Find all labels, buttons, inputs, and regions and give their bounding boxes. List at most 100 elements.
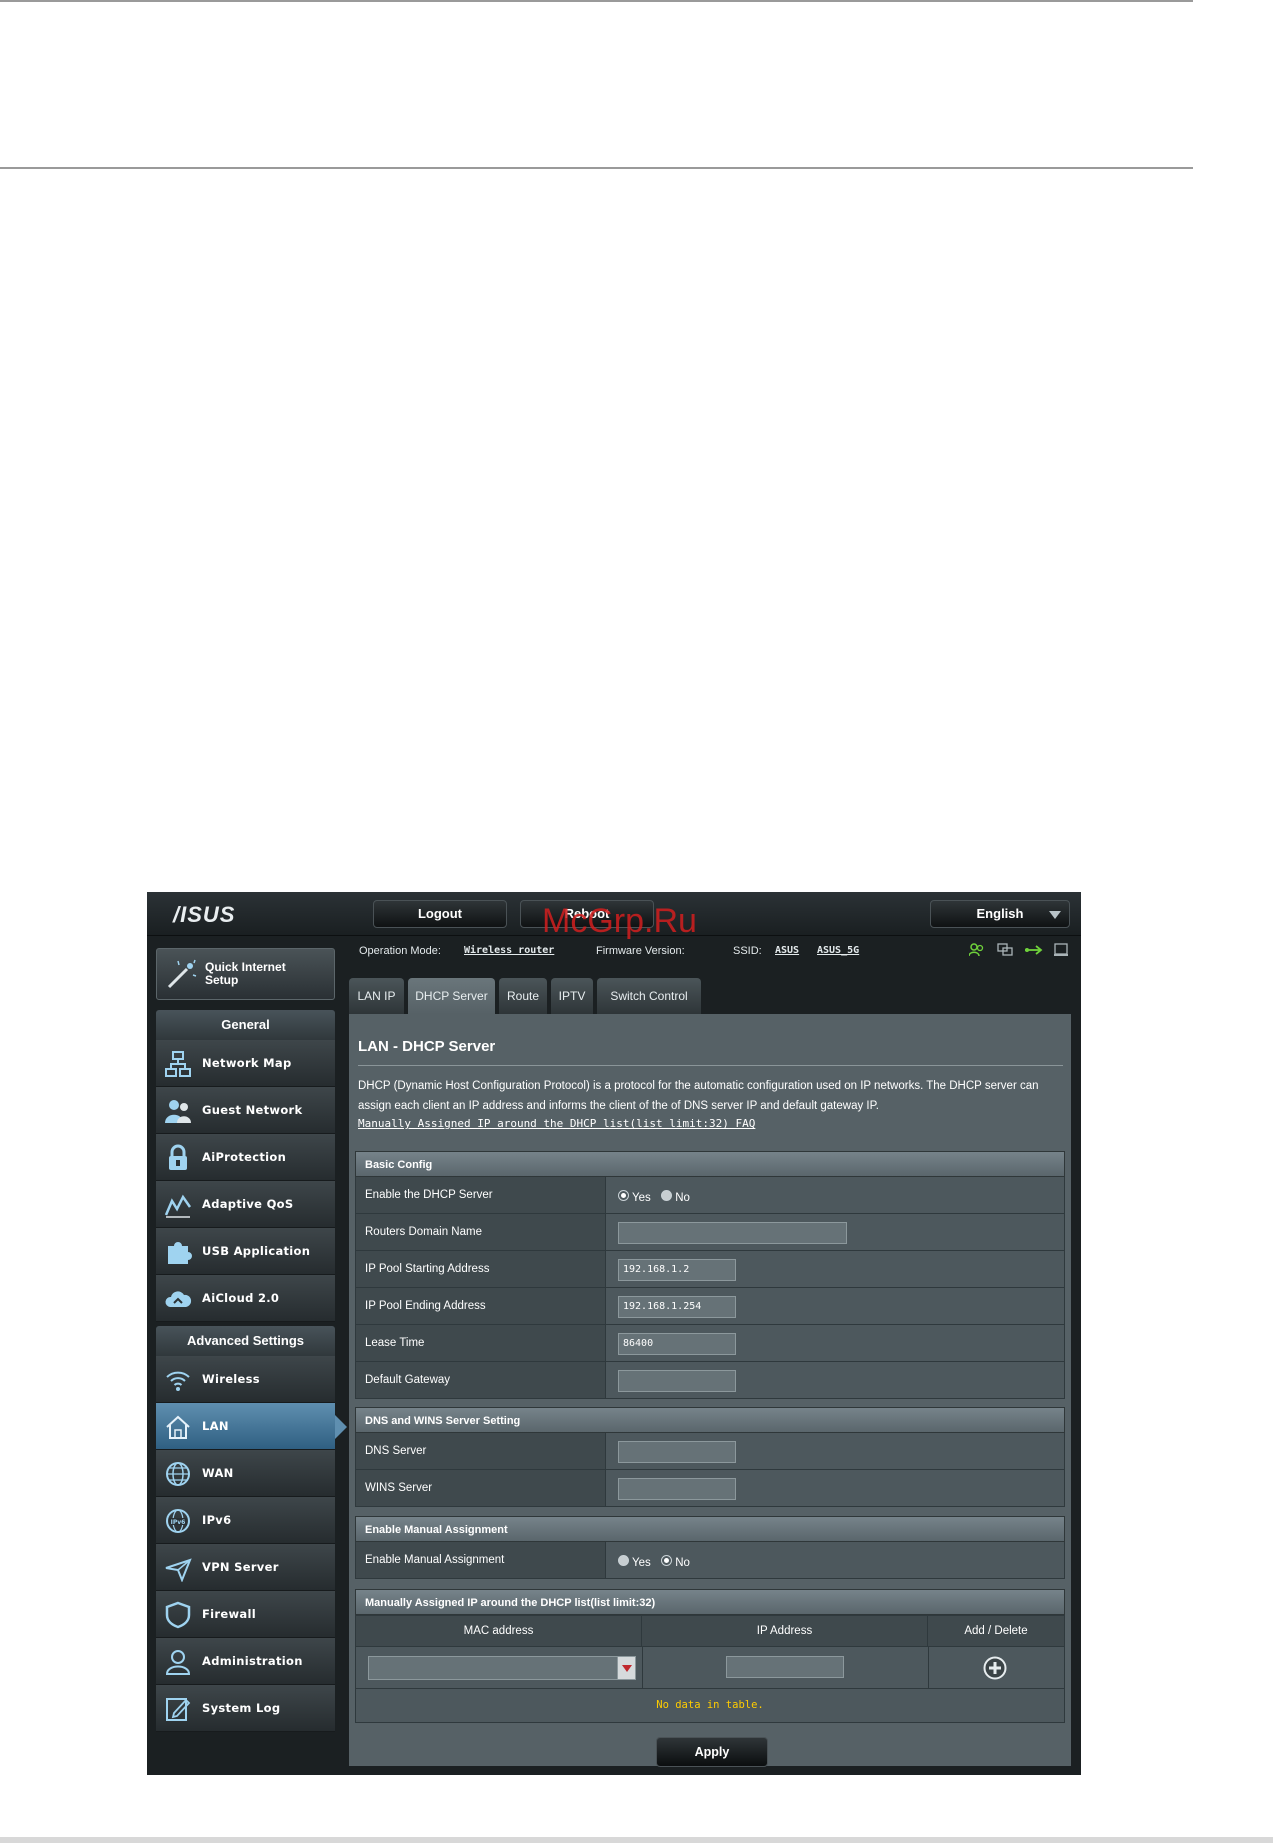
- tab-dhcp-server[interactable]: DHCP Server: [408, 978, 495, 1014]
- sidebar-item-label: WAN: [202, 1466, 234, 1480]
- logout-button[interactable]: Logout: [373, 900, 507, 928]
- sidebar-item-firewall[interactable]: Firewall: [156, 1591, 335, 1638]
- firmware-label: Firmware Version:: [596, 945, 685, 957]
- network-devices-icon[interactable]: [997, 943, 1013, 957]
- page-header-rule: [0, 167, 1193, 169]
- sidebar-item-administration[interactable]: Administration: [156, 1638, 335, 1685]
- network-map-icon: [165, 1051, 191, 1077]
- sidebar-item-aiprotection[interactable]: AiProtection: [156, 1134, 335, 1181]
- tab-lan-ip[interactable]: LAN IP: [349, 978, 404, 1014]
- sidebar-item-adaptive-qos[interactable]: Adaptive QoS: [156, 1181, 335, 1228]
- dhcp-yes-radio[interactable]: [618, 1190, 629, 1202]
- sidebar-item-label: Adaptive QoS: [202, 1197, 294, 1211]
- pool-start-label: IP Pool Starting Address: [356, 1251, 606, 1287]
- row-enable-dhcp: Enable the DHCP Server Yes No: [355, 1177, 1065, 1214]
- sidebar-item-wireless[interactable]: Wireless: [156, 1356, 335, 1403]
- sidebar-item-label: VPN Server: [202, 1560, 279, 1574]
- sidebar-item-system-log[interactable]: System Log: [156, 1685, 335, 1732]
- row-default-gateway: Default Gateway: [355, 1362, 1065, 1399]
- sidebar-item-guest-network[interactable]: Guest Network: [156, 1087, 335, 1134]
- language-value: English: [976, 906, 1024, 921]
- chevron-down-icon: [1049, 911, 1061, 919]
- printer-icon[interactable]: [1053, 943, 1069, 957]
- manual-list-header-row: MAC address IP Address Add / Delete: [355, 1615, 1065, 1647]
- page-title: LAN - DHCP Server: [358, 1038, 496, 1055]
- globe-icon: [166, 1462, 190, 1486]
- sidebar-item-wan[interactable]: WAN: [156, 1450, 335, 1497]
- manual-assignment-label: Enable Manual Assignment: [356, 1542, 606, 1578]
- section-dns-wins: DNS and WINS Server Setting: [355, 1407, 1065, 1433]
- ssid-link-2[interactable]: ASUS_5G: [817, 945, 859, 956]
- tab-route[interactable]: Route: [499, 978, 547, 1014]
- col-divider: [928, 1647, 929, 1688]
- qos-graph-icon: [164, 1194, 192, 1218]
- manual-no-label: No: [675, 1557, 690, 1569]
- page-top-rule: [0, 0, 1193, 2]
- default-gateway-label: Default Gateway: [356, 1362, 606, 1398]
- chevron-down-icon: [622, 1665, 632, 1672]
- dhcp-no-radio[interactable]: [661, 1190, 673, 1202]
- home-icon: [166, 1415, 190, 1439]
- wifi-icon: [166, 1371, 190, 1391]
- usb-icon[interactable]: [1023, 943, 1043, 957]
- manual-yes-label: Yes: [632, 1557, 651, 1569]
- add-circle-icon[interactable]: [983, 1656, 1007, 1680]
- pool-start-input[interactable]: 192.168.1.2: [618, 1259, 736, 1281]
- sidebar-item-label: USB Application: [202, 1244, 311, 1258]
- general-header: General: [156, 1010, 335, 1040]
- sidebar-item-lan[interactable]: LAN: [156, 1403, 335, 1450]
- ssid-link-1[interactable]: ASUS: [775, 945, 799, 956]
- no-data-message: No data in table.: [355, 1689, 1065, 1723]
- sidebar-item-vpn-server[interactable]: VPN Server: [156, 1544, 335, 1591]
- apply-button[interactable]: Apply: [656, 1737, 768, 1767]
- default-gateway-input[interactable]: [618, 1370, 736, 1392]
- svg-text:IPv6: IPv6: [171, 1519, 186, 1526]
- clients-icon[interactable]: [969, 943, 985, 957]
- domain-name-label: Routers Domain Name: [356, 1214, 606, 1250]
- wins-server-input[interactable]: [618, 1478, 736, 1500]
- page-bottom-bar: [0, 1837, 1273, 1843]
- manual-yes-radio[interactable]: [618, 1555, 629, 1567]
- pool-end-label: IP Pool Ending Address: [356, 1288, 606, 1324]
- dhcp-no-label: No: [675, 1192, 690, 1204]
- asus-logo: /ISUS: [173, 902, 236, 927]
- dhcp-yes-label: Yes: [632, 1192, 651, 1204]
- language-select[interactable]: English: [930, 900, 1070, 928]
- manual-no-radio[interactable]: [661, 1555, 673, 1567]
- guest-network-icon: [165, 1100, 191, 1123]
- sidebar-item-label: AiProtection: [202, 1150, 287, 1164]
- ip-address-input[interactable]: [726, 1656, 844, 1678]
- sidebar-item-label: Administration: [202, 1654, 303, 1668]
- operation-mode-link[interactable]: Wireless router: [464, 945, 554, 956]
- dns-server-input[interactable]: [618, 1441, 736, 1463]
- row-manual-assignment: Enable Manual Assignment Yes No: [355, 1542, 1065, 1579]
- sidebar-item-usb-application[interactable]: USB Application: [156, 1228, 335, 1275]
- sidebar-item-network-map[interactable]: Network Map: [156, 1040, 335, 1087]
- top-bar: /ISUS Logout Reboot English: [147, 892, 1081, 936]
- reboot-button[interactable]: Reboot: [520, 900, 654, 928]
- sidebar-item-label: Wireless: [202, 1372, 260, 1386]
- operation-mode-label: Operation Mode:: [359, 945, 441, 957]
- ssid-label: SSID:: [733, 945, 762, 957]
- mac-address-combobox[interactable]: [368, 1656, 636, 1680]
- wins-server-label: WINS Server: [356, 1470, 606, 1506]
- sidebar-item-label: AiCloud 2.0: [202, 1291, 280, 1305]
- title-divider: [358, 1065, 1063, 1066]
- section-manual-assignment: Enable Manual Assignment: [355, 1516, 1065, 1542]
- quick-internet-setup-button[interactable]: Quick Internet Setup: [156, 948, 335, 1000]
- sidebar-item-label: LAN: [202, 1419, 229, 1433]
- domain-name-input[interactable]: [618, 1222, 847, 1244]
- tab-iptv[interactable]: IPTV: [551, 978, 593, 1014]
- pool-end-input[interactable]: 192.168.1.254: [618, 1296, 736, 1318]
- faq-link[interactable]: Manually Assigned IP around the DHCP lis…: [358, 1117, 755, 1130]
- dropdown-button[interactable]: [617, 1657, 635, 1679]
- col-add-delete: Add / Delete: [964, 1625, 1028, 1637]
- lock-icon: [169, 1144, 187, 1170]
- sidebar-item-aicloud[interactable]: AiCloud 2.0: [156, 1275, 335, 1322]
- tab-switch-control[interactable]: Switch Control: [597, 978, 701, 1014]
- dns-server-label: DNS Server: [356, 1433, 606, 1469]
- log-edit-icon: [166, 1698, 191, 1721]
- lease-time-input[interactable]: 86400: [618, 1333, 736, 1355]
- sidebar-item-ipv6[interactable]: IPv6 IPv6: [156, 1497, 335, 1544]
- sidebar-item-label: Firewall: [202, 1607, 256, 1621]
